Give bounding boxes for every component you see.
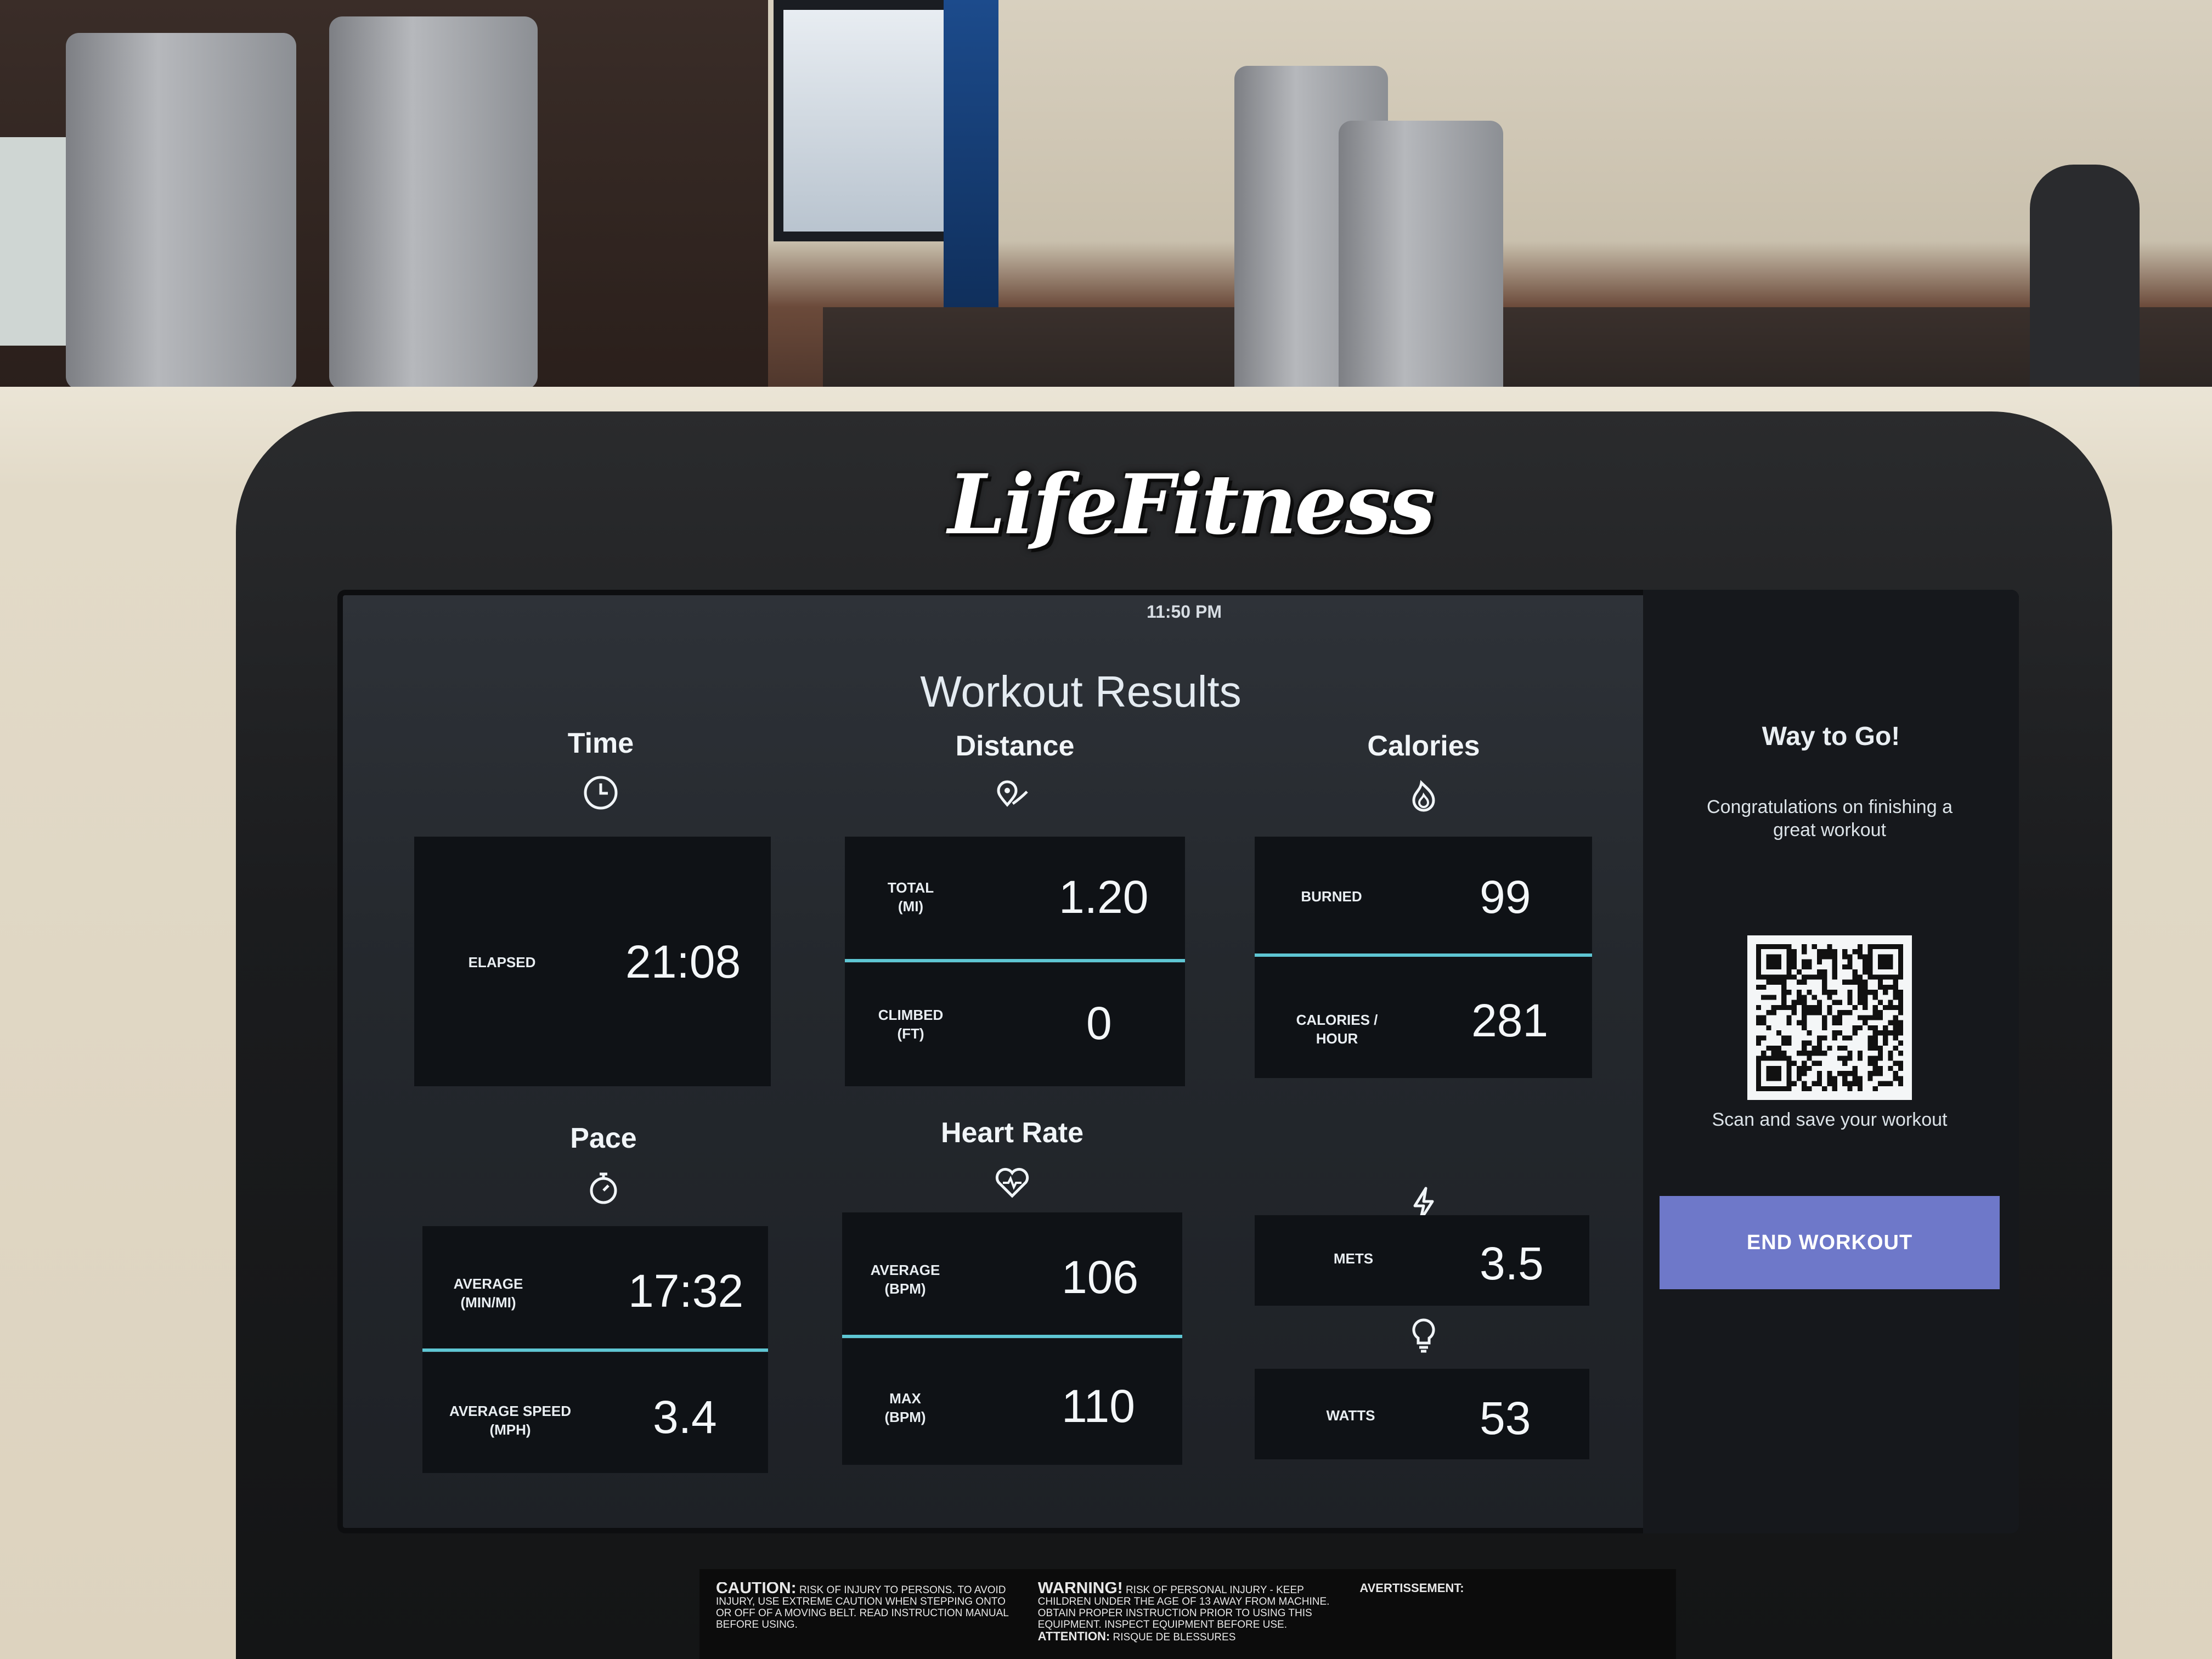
average-pace-unit: (MIN/MI) — [460, 1294, 516, 1311]
safety-warning-labels: CAUTION: RISK OF INJURY TO PERSONS. TO A… — [699, 1569, 1676, 1659]
average-pace-tile: AVERAGE (MIN/MI) 17:32 — [422, 1226, 768, 1350]
touch-screen: 11:50 PM Workout Results Time ELAPSED 21… — [337, 590, 2019, 1533]
avertissement-title: AVERTISSEMENT: — [1359, 1582, 1464, 1595]
burned-label: BURNED — [1301, 888, 1362, 905]
person — [2030, 165, 2140, 422]
qr-code[interactable] — [1747, 935, 1912, 1100]
climbed-unit: (FT) — [897, 1025, 924, 1042]
total-distance-tile: TOTAL (MI) 1.20 — [845, 837, 1185, 960]
vending-machine — [944, 0, 998, 318]
mets-label: METS — [1333, 1250, 1374, 1267]
status-time: 11:50 PM — [1147, 602, 1222, 622]
average-speed-unit: (MPH) — [489, 1421, 531, 1438]
burned-value: 99 — [1480, 871, 1531, 923]
route-pin-icon — [990, 774, 1034, 817]
average-speed-tile: AVERAGE SPEED (MPH) 3.4 — [422, 1352, 768, 1473]
max-heart-rate-unit: (BPM) — [884, 1409, 926, 1425]
climbed-value: 0 — [1086, 997, 1112, 1049]
calories-per-hour-value: 281 — [1471, 995, 1549, 1046]
congrats-message: Congratulations on finishing a great wor… — [1707, 797, 1953, 840]
calories-per-hour-tile: CALORIES / HOUR 281 — [1255, 960, 1592, 1078]
max-heart-rate-label: MAX — [889, 1390, 921, 1407]
way-to-go-heading: Way to Go! — [1762, 722, 1900, 751]
french-warning-label: AVERTISSEMENT: — [1359, 1582, 1660, 1646]
elapsed-value: 21:08 — [625, 936, 741, 988]
time-heading: Time — [567, 727, 634, 759]
average-heart-rate-tile: AVERAGE (BPM) 106 — [842, 1212, 1182, 1336]
elapsed-label: ELAPSED — [468, 954, 536, 970]
mets-tile: METS 3.5 — [1255, 1215, 1589, 1306]
calories-per-hour-label: CALORIES / HOUR — [1296, 1012, 1378, 1047]
average-heart-rate-value: 106 — [1062, 1251, 1139, 1303]
average-heart-rate-unit: (BPM) — [884, 1280, 926, 1297]
total-unit: (MI) — [898, 898, 924, 915]
clock-icon — [579, 771, 623, 815]
weight-machine — [1339, 121, 1503, 417]
warning-label: WARNING! RISK OF PERSONAL INJURY - KEEP … — [1038, 1582, 1338, 1646]
weight-machine — [329, 16, 538, 390]
average-pace-label: AVERAGE — [453, 1276, 523, 1292]
end-workout-button[interactable]: END WORKOUT — [1660, 1196, 2000, 1289]
average-speed-value: 3.4 — [653, 1391, 717, 1443]
caution-title: CAUTION: — [716, 1582, 797, 1597]
watts-value: 53 — [1480, 1392, 1531, 1444]
gym-background — [0, 0, 2212, 439]
attention-text: RISQUE DE BLESSURES — [1113, 1632, 1236, 1643]
scan-instructions: Scan and save your workout — [1712, 1109, 1948, 1130]
average-pace-value: 17:32 — [628, 1265, 744, 1317]
watts-tile: WATTS 53 — [1255, 1369, 1589, 1459]
heart-rate-divider — [842, 1335, 1182, 1338]
vending-machine — [774, 0, 960, 241]
calories-burned-tile: BURNED 99 — [1255, 837, 1592, 960]
heart-pulse-icon — [990, 1160, 1034, 1204]
max-heart-rate-tile: MAX (BPM) 110 — [842, 1339, 1182, 1465]
flame-icon — [1402, 774, 1446, 817]
max-heart-rate-value: 110 — [1062, 1380, 1135, 1432]
lightbulb-icon — [1402, 1314, 1446, 1358]
distance-divider — [845, 959, 1185, 962]
total-label: TOTAL — [887, 879, 934, 896]
climbed-label: CLIMBED — [878, 1007, 944, 1023]
caution-label: CAUTION: RISK OF INJURY TO PERSONS. TO A… — [716, 1582, 1016, 1646]
distance-heading: Distance — [955, 730, 1075, 762]
calories-divider — [1255, 953, 1592, 957]
pace-divider — [422, 1348, 768, 1352]
total-distance-value: 1.20 — [1059, 871, 1149, 923]
page-title: Workout Results — [920, 667, 1242, 716]
watts-label: WATTS — [1326, 1407, 1375, 1424]
mets-value: 3.5 — [1480, 1238, 1544, 1289]
weight-machine — [66, 33, 296, 390]
summary-panel: Way to Go! Congratulations on finishing … — [1643, 590, 2019, 1533]
warning-title: WARNING! — [1037, 1582, 1123, 1597]
pace-heading: Pace — [570, 1122, 637, 1154]
lifefitness-logo: LifeFitness — [947, 456, 1436, 553]
heart-rate-heading: Heart Rate — [940, 1117, 1084, 1149]
stopwatch-icon — [582, 1166, 625, 1210]
climbed-tile: CLIMBED (FT) 0 — [845, 963, 1185, 1086]
attention-title: ATTENTION: — [1037, 1629, 1110, 1643]
calories-heading: Calories — [1367, 730, 1480, 762]
average-heart-rate-label: AVERAGE — [870, 1262, 940, 1278]
elapsed-time-tile: ELAPSED 21:08 — [414, 837, 771, 1086]
average-speed-label: AVERAGE SPEED — [449, 1403, 571, 1419]
